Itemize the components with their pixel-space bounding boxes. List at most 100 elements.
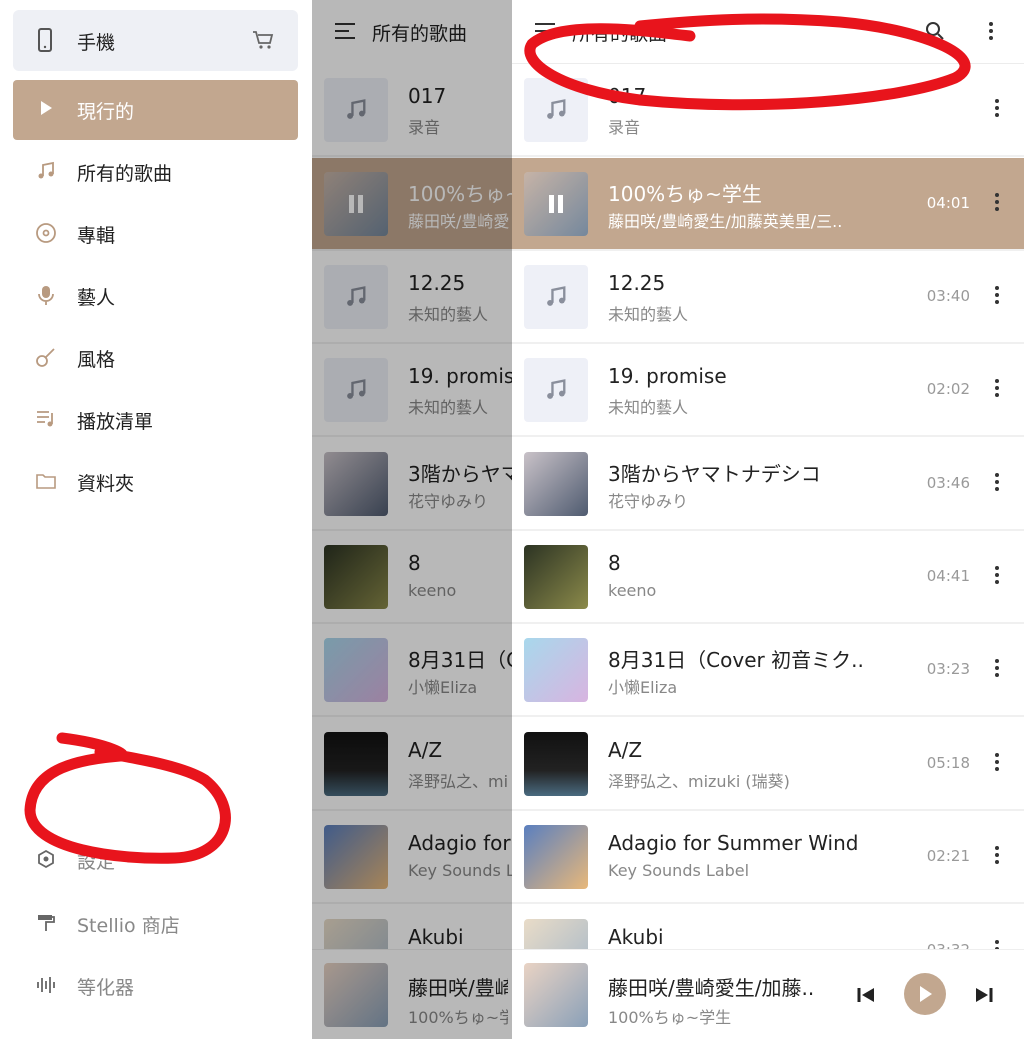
nav-item-label: 資料夾 [77,473,135,495]
overlay-row[interactable]: 8 keeno [312,531,512,624]
song-duration: 04:01 [926,194,970,212]
song-title: 12.25 [408,271,466,295]
play-icon [35,98,57,120]
song-artist: 藤田咲/豊崎愛 [408,212,510,231]
more-vert-icon[interactable] [994,752,1000,776]
nav-item-label: 風格 [77,349,116,371]
device-selector[interactable]: 手機 [13,10,298,71]
song-artist: Key Sounds L [408,861,512,880]
song-title: Akubi [408,925,464,949]
album-art [324,638,388,702]
song-artist: 泽野弘之、mizuki (瑞葵) [608,772,790,791]
song-row[interactable]: 19. promise 未知的藝人 02:02 [512,344,1024,437]
album-art [324,545,388,609]
overlay-player-subtitle: 100%ちゅ~学 [408,1008,508,1027]
song-title: 19. promise [608,364,727,388]
song-title: 017 [608,84,647,108]
nav-item-albums[interactable]: 專輯 [13,204,298,264]
nav-item-playlists[interactable]: 播放清單 [13,390,298,450]
overlay-title: 所有的歌曲 [372,23,468,45]
skip-next-icon[interactable] [974,986,994,1008]
more-vert-icon[interactable] [994,192,1000,216]
song-row[interactable]: 100%ちゅ~学生 藤田咲/豊崎愛生/加藤英美里/三.. 04:01 [512,158,1024,251]
song-artist: 藤田咲/豊崎愛生/加藤英美里/三.. [608,212,843,231]
album-art [524,732,588,796]
nav-item-now-playing[interactable]: 現行的 [13,80,298,140]
more-vert-icon[interactable] [994,472,1000,496]
song-title: 8 [408,551,421,575]
more-vert-icon[interactable] [994,98,1000,122]
more-vert-icon[interactable] [994,658,1000,682]
more-vert-icon[interactable] [994,565,1000,589]
album-art [524,638,588,702]
album-art [324,172,388,236]
song-title: Akubi [608,925,664,949]
song-row[interactable]: 8 keeno 04:41 [512,531,1024,624]
song-row[interactable]: A/Z 泽野弘之、mizuki (瑞葵) 05:18 [512,718,1024,811]
playlist-icon [35,408,57,430]
song-row[interactable]: Adagio for Summer Wind Key Sounds Label 02… [512,811,1024,904]
album-art [524,825,588,889]
album-art [324,452,388,516]
song-artist: keeno [408,581,457,600]
dimmed-list-overlay[interactable]: 所有的歌曲 017录音100%ちゅ~学藤田咲/豊崎愛12.25未知的藝人19. … [312,0,512,1039]
overlay-row[interactable]: 100%ちゅ~学藤田咲/豊崎愛 [312,158,512,251]
nav-item-artists[interactable]: 藝人 [13,266,298,326]
nav-item-label: 設定 [77,851,116,873]
music-note-icon [324,358,388,422]
music-note-icon [524,78,588,142]
song-artist: 未知的藝人 [608,305,689,324]
nav-item-equalizer[interactable]: 等化器 [13,956,298,1016]
search-icon[interactable] [924,20,946,46]
play-button[interactable] [904,973,946,1015]
album-art [324,732,388,796]
nav-item-settings[interactable]: 設定 [13,830,298,890]
overlay-row[interactable]: 3階からヤマ 花守ゆみり [312,438,512,531]
pause-icon [324,172,388,236]
microphone-icon [35,284,57,306]
nav-item-label: 等化器 [77,977,135,999]
song-title: 12.25 [608,271,666,295]
device-label: 手機 [77,32,116,54]
song-artist: Key Sounds Label [608,861,750,880]
song-artist: 小懒Eliza [408,678,478,697]
equalizer-icon [35,974,57,996]
nav-item-all-songs[interactable]: 所有的歌曲 [13,142,298,202]
music-note-icon [524,265,588,329]
more-vert-icon[interactable] [994,845,1000,869]
guitar-icon [35,346,57,368]
music-note-icon [324,78,388,142]
song-row[interactable]: 8月31日（Cover 初音ミク.. 小懒Eliza 03:23 [512,624,1024,717]
song-title: 19. promise [408,364,512,388]
song-title: Adagio for [408,831,511,855]
song-row[interactable]: 017 录音 [512,64,1024,157]
overlay-row[interactable]: 8月31日（C 小懒Eliza [312,624,512,717]
more-vert-icon[interactable] [994,378,1000,402]
top-app-bar: 所有的歌曲 [512,0,1024,64]
nav-item-folders[interactable]: 資料夾 [13,452,298,512]
song-title: 3階からヤマトナデシコ [608,462,821,486]
menu-icon[interactable] [334,22,356,44]
album-art [524,452,588,516]
shopping-cart-icon[interactable] [252,30,274,54]
settings-icon [35,848,57,870]
song-duration: 03:23 [926,660,970,678]
overlay-row[interactable]: A/Z 泽野弘之、mi [312,718,512,811]
song-row[interactable]: 12.25 未知的藝人 03:40 [512,251,1024,344]
mini-player[interactable]: 藤田咲/豊崎愛生/加藤.. 100%ちゅ~学生 [512,949,1024,1039]
skip-previous-icon[interactable] [856,986,876,1008]
album-art [324,963,388,1027]
song-list-screen: 所有的歌曲 017 录音 100%ちゅ~学生 藤田咲/豊崎愛生/加藤英美里/三.. 04… [512,0,1024,1039]
overlay-row[interactable]: 017 录音 [312,64,512,157]
song-row[interactable]: 3階からヤマトナデシコ 花守ゆみり 03:46 [512,438,1024,531]
overlay-row[interactable]: 12.25 未知的藝人 [312,251,512,344]
overlay-row[interactable]: 19. promise 未知的藝人 [312,344,512,437]
more-vert-icon[interactable] [988,21,994,45]
song-artist: 录音 [408,118,441,137]
more-vert-icon[interactable] [994,285,1000,309]
nav-item-genres[interactable]: 風格 [13,328,298,388]
overlay-row[interactable]: Adagio for Key Sounds L [312,811,512,904]
nav-item-store[interactable]: Stellio 商店 [13,894,298,954]
album-art [524,545,588,609]
menu-icon[interactable] [534,22,556,44]
